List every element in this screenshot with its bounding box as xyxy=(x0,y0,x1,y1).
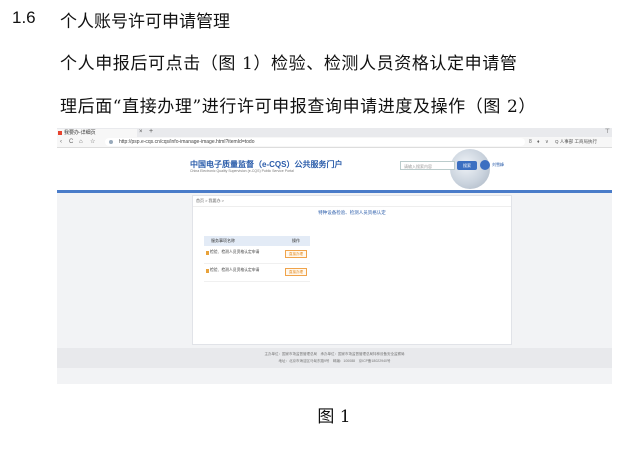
direct-handle-button[interactable]: 直接办理 xyxy=(285,268,307,276)
browser-search-box[interactable]: Q 人事部 工商局执行 xyxy=(555,137,597,147)
extension-icon[interactable]: ♦ xyxy=(537,137,540,147)
direct-handle-button[interactable]: 直接办理 xyxy=(285,250,307,258)
site-footer: 主办单位：国家市场监督管理总局 承办单位：国家市场监督管理总局特种设备安全监察局… xyxy=(57,348,612,368)
section-title: 个人账号许可申请管理 xyxy=(60,12,230,32)
site-subtitle: China Electronic Quality Supervision (e-… xyxy=(190,169,294,173)
lock-icon xyxy=(109,140,113,144)
service-name: 检验、检测人员资格认定申请 xyxy=(210,268,260,272)
user-name[interactable]: 刘雪峰 xyxy=(492,162,504,168)
folder-icon xyxy=(206,251,209,255)
site-header: 中国电子质量监督（e-CQS）公共服务门户 China Electronic Q… xyxy=(57,148,612,190)
paragraph-line-1: 个人申报后可点击（图 1）检验、检测人员资格认定申请管 xyxy=(60,54,518,74)
address-bar-row: ‹ C ⌂ ☆ http://psp.e-cqs.cn/cqs/info-ima… xyxy=(57,137,612,148)
table-row: 检验、检测人员资格认定申请 直接办理 xyxy=(204,247,310,264)
browser-tab[interactable]: 我要办-详细页 xyxy=(57,129,137,137)
tab-close-icon[interactable]: × xyxy=(139,128,143,136)
paragraph-line-2: 理后面“直接办理”进行许可申报查询申请进度及操作（图 2） xyxy=(60,97,537,117)
section-number: 1.6 xyxy=(12,8,36,27)
new-tab-icon[interactable]: + xyxy=(149,128,153,136)
back-icon[interactable]: ‹ xyxy=(60,137,62,147)
url-text: http://psp.e-cqs.cn/cqs/info-imanage-ima… xyxy=(119,139,255,145)
table-row: 检验、检测人员资格认定申请 直接办理 xyxy=(204,265,310,282)
star-icon[interactable]: ☆ xyxy=(90,137,95,147)
favicon-icon xyxy=(58,131,62,135)
divider xyxy=(193,206,511,207)
extension-icon[interactable]: 8 xyxy=(529,137,532,147)
url-field[interactable]: http://psp.e-cqs.cn/cqs/info-imanage-ima… xyxy=(105,138,525,146)
home-icon[interactable]: ⌂ xyxy=(79,137,83,147)
header-divider xyxy=(57,190,612,193)
folder-icon xyxy=(206,269,209,273)
site-search-input[interactable]: 请输入搜索内容 xyxy=(400,161,455,170)
footer-line: 地址：北京市海淀区马甸东路9号 邮编：100088 京ICP备18022940号 xyxy=(278,359,391,363)
avatar[interactable] xyxy=(480,160,490,170)
figure-caption: 图 1 xyxy=(317,407,351,427)
tab-menu-icon[interactable]: ⊤ xyxy=(605,128,610,136)
content-panel: 首页 > 我要办 > 特种设备检验、检测人员资格认定 服务事项名称 操作 检验、… xyxy=(192,195,512,345)
reload-icon[interactable]: C xyxy=(69,137,73,147)
column-header-name: 服务事项名称 xyxy=(211,238,235,243)
column-header-action: 操作 xyxy=(292,238,300,243)
breadcrumb[interactable]: 首页 > 我要办 > xyxy=(196,198,224,204)
browser-tab-bar: 我要办-详细页 × + ⊤ xyxy=(57,128,612,137)
table-header: 服务事项名称 操作 xyxy=(204,236,310,246)
footer-line: 主办单位：国家市场监督管理总局 承办单位：国家市场监督管理总局特种设备安全监察局 xyxy=(264,352,405,356)
tab-label: 我要办-详细页 xyxy=(64,130,96,136)
panel-title: 特种设备检验、检测人员资格认定 xyxy=(318,210,386,215)
chevron-down-icon[interactable]: ∨ xyxy=(545,137,549,147)
site-search-button[interactable]: 搜索 xyxy=(457,161,477,170)
service-name: 检验、检测人员资格认定申请 xyxy=(210,250,260,254)
figure-screenshot: 我要办-详细页 × + ⊤ ‹ C ⌂ ☆ http://psp.e-cqs.c… xyxy=(57,128,612,384)
